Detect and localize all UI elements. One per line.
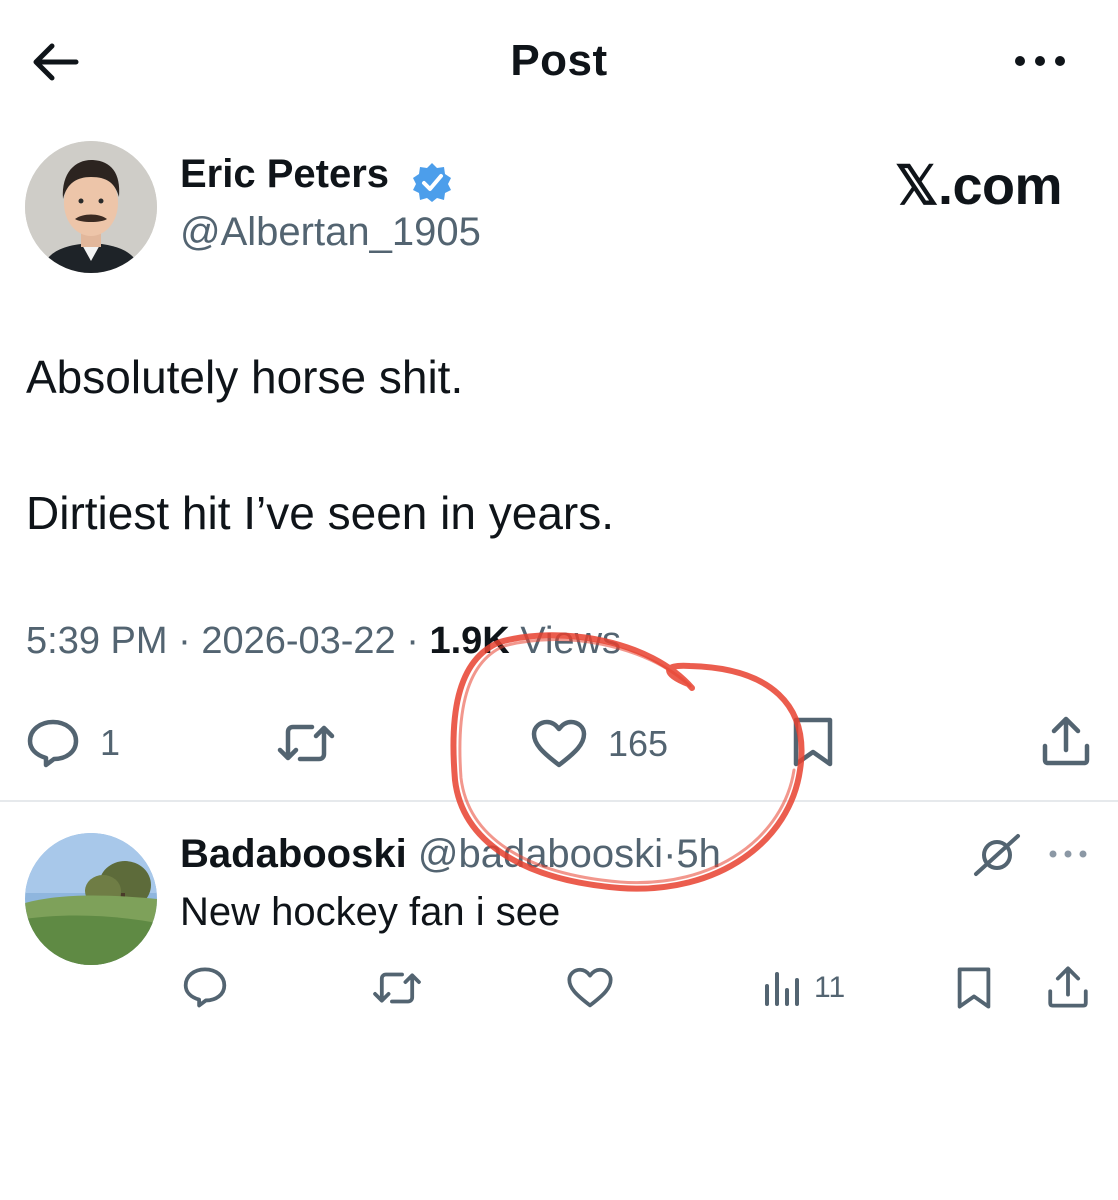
- reply-avatar[interactable]: [25, 833, 157, 965]
- views-count[interactable]: 1.9K: [429, 620, 509, 662]
- grok-icon: [974, 834, 1020, 876]
- author-name[interactable]: Eric Peters: [180, 152, 389, 197]
- reply-like-button[interactable]: [566, 966, 614, 1010]
- reply-button[interactable]: 1: [26, 718, 120, 768]
- grok-button[interactable]: [972, 832, 1022, 878]
- divider: [0, 800, 1118, 802]
- bookmark-icon: [957, 967, 991, 1009]
- share-button[interactable]: [1040, 714, 1092, 768]
- brand-watermark: 𝕏.com: [895, 156, 1063, 216]
- post-text-line: Dirtiest hit I’ve seen in years.: [26, 487, 615, 539]
- top-bar: Post: [0, 0, 1118, 120]
- repost-icon: [373, 972, 421, 1004]
- heart-icon: [567, 967, 613, 1008]
- more-horizontal-icon: [1015, 56, 1065, 66]
- heart-icon: [531, 719, 587, 768]
- reply-text: New hockey fan i see: [180, 890, 561, 934]
- share-icon: [1048, 966, 1088, 1008]
- post-text-line: Absolutely horse shit.: [26, 351, 464, 403]
- landscape-photo-icon: [25, 833, 157, 965]
- verified-badge-icon: [413, 163, 451, 202]
- like-count: 165: [608, 723, 669, 764]
- reply-views-button[interactable]: 11: [762, 968, 845, 1008]
- post-meta: 5:39 PM · 2026-03-22 · 1.9K Views: [26, 620, 622, 662]
- reply-header: Badabooski @badabooski·5h: [180, 832, 721, 877]
- bookmark-button[interactable]: [790, 716, 836, 768]
- repost-button[interactable]: [274, 720, 338, 766]
- reply-icon: [183, 967, 227, 1008]
- share-icon: [1042, 716, 1090, 766]
- bookmark-icon: [793, 717, 833, 767]
- reply-count: 1: [100, 722, 121, 763]
- repost-icon: [277, 724, 335, 762]
- reply-reply-button[interactable]: [182, 966, 228, 1008]
- reply-more-button[interactable]: [1045, 844, 1091, 864]
- reply-separator: ·: [663, 832, 677, 876]
- reply-author-handle[interactable]: @badabooski: [418, 832, 663, 876]
- post-date: 2026-03-22: [201, 620, 396, 662]
- reply-author-name[interactable]: Badabooski: [180, 832, 407, 876]
- author-avatar[interactable]: [25, 141, 157, 273]
- post-time: 5:39 PM: [26, 620, 168, 662]
- author-handle[interactable]: @Albertan_1905: [180, 210, 481, 255]
- reply-views-count: 11: [814, 971, 846, 1004]
- more-button[interactable]: [1010, 44, 1070, 78]
- views-label[interactable]: Views: [520, 620, 621, 662]
- reply-share-button[interactable]: [1046, 964, 1090, 1010]
- reply-bookmark-button[interactable]: [954, 966, 994, 1010]
- profile-photo-icon: [25, 141, 157, 273]
- reply-time: 5h: [676, 832, 721, 876]
- analytics-icon: [765, 972, 799, 1006]
- like-button[interactable]: 165: [530, 718, 668, 770]
- page-title: Post: [510, 36, 608, 85]
- reply-icon: [27, 719, 79, 768]
- reply-repost-button[interactable]: [370, 968, 424, 1008]
- more-horizontal-icon: [1049, 850, 1087, 858]
